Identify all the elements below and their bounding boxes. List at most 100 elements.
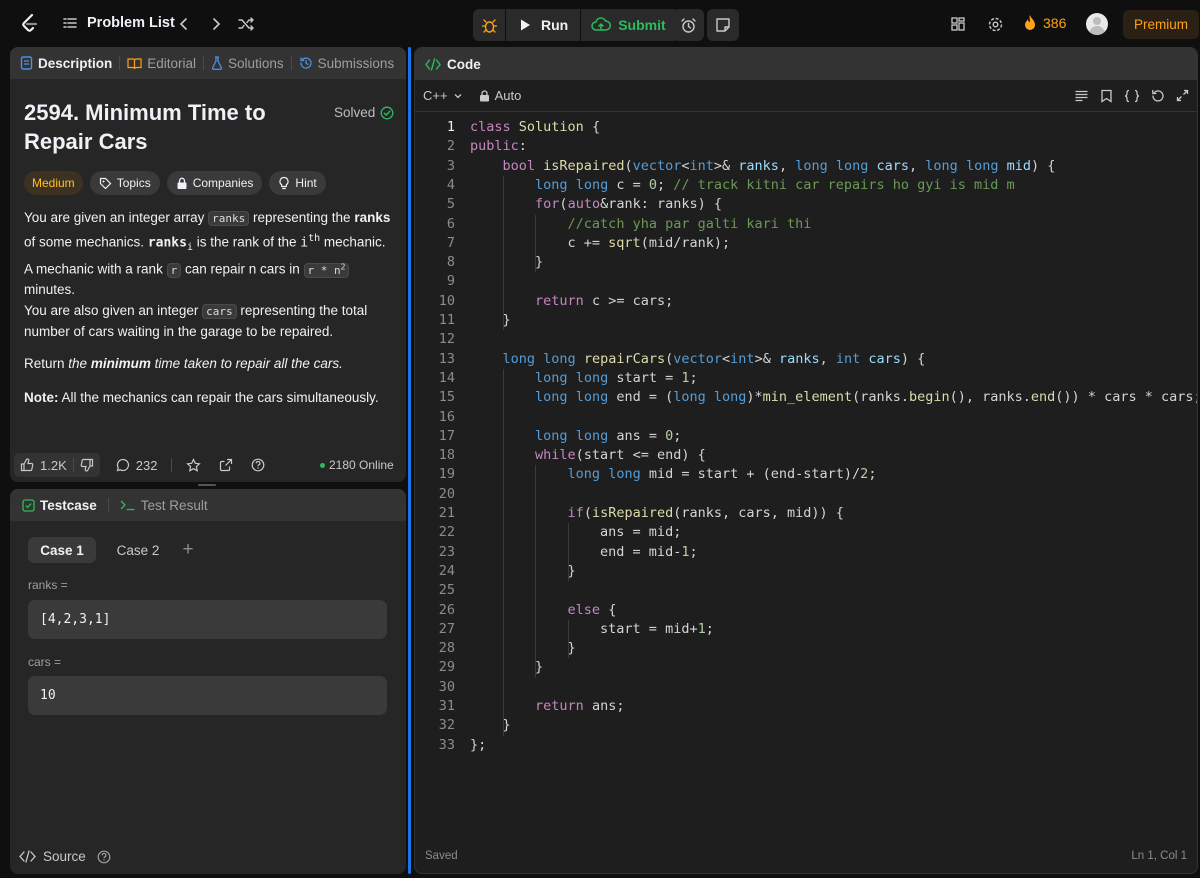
code-line[interactable]: } <box>470 253 543 272</box>
code-tab[interactable]: Code <box>425 57 481 72</box>
code-line[interactable]: while(start <= end) { <box>470 446 706 465</box>
inline-code-text: r * n <box>307 263 341 277</box>
tab-editorial[interactable]: Editorial <box>127 56 196 71</box>
code-line[interactable]: return ans; <box>470 697 624 716</box>
premium-button[interactable]: Premium <box>1123 10 1199 39</box>
code-line[interactable]: bool isRepaired(vector<int>& ranks, long… <box>470 157 1056 176</box>
code-line[interactable]: } <box>470 311 511 330</box>
tab-description-label: Description <box>38 55 113 71</box>
lock-icon <box>479 89 489 101</box>
code-line[interactable]: } <box>470 716 511 735</box>
layout-button[interactable] <box>948 14 968 34</box>
bookmark-icon[interactable] <box>1100 89 1113 103</box>
save-status: Saved <box>425 850 458 862</box>
tab-solutions[interactable]: Solutions <box>211 56 284 71</box>
code-line[interactable]: long long c = 0; // track kitni car repa… <box>470 176 1015 195</box>
code-line[interactable]: } <box>470 562 576 581</box>
dislike-button[interactable] <box>80 458 94 472</box>
source-button[interactable]: Source <box>19 849 111 864</box>
braces-icon[interactable] <box>1124 89 1140 103</box>
code-line[interactable]: }; <box>470 736 486 755</box>
topics-tag[interactable]: Topics <box>89 171 160 195</box>
avatar[interactable] <box>1086 13 1108 35</box>
code-line[interactable]: //catch yha par galti kari thi <box>470 215 812 234</box>
case-1-tab[interactable]: Case 1 <box>28 537 96 563</box>
share-button[interactable] <box>219 458 233 472</box>
code-line[interactable]: } <box>470 639 576 658</box>
format-lines-icon[interactable] <box>1074 89 1089 103</box>
code-panel: Code C++ Auto 1 2 3 4 5 6 7 8 9 10 11 12 13 14 15 16 17 1… <box>414 47 1198 874</box>
code-line[interactable]: c += sqrt(mid/rank); <box>470 234 731 253</box>
gear-icon <box>988 17 1002 31</box>
comments-button[interactable]: 232 <box>116 458 157 473</box>
streak-counter[interactable]: 386 <box>1022 14 1066 32</box>
random-problem-button[interactable] <box>236 14 256 34</box>
case-2-tab[interactable]: Case 2 <box>108 537 168 563</box>
code-line[interactable]: long long start = 1; <box>470 369 698 388</box>
flask-icon <box>211 56 223 70</box>
cars-input[interactable]: 10 <box>28 676 387 715</box>
debug-button[interactable] <box>473 9 505 41</box>
expand-icon[interactable] <box>1176 89 1189 102</box>
tab-testcase-label: Testcase <box>40 497 97 513</box>
submit-button[interactable]: Submit <box>581 9 677 41</box>
prev-problem-button[interactable] <box>174 14 194 34</box>
tab-testcase[interactable]: Testcase <box>22 498 97 513</box>
line-number: 14 <box>438 369 455 386</box>
code-line[interactable]: start = mid+1; <box>470 620 714 639</box>
like-button[interactable]: 1.2K <box>20 458 67 473</box>
code-line[interactable]: } <box>470 658 543 677</box>
tab-submissions[interactable]: Submissions <box>299 56 394 71</box>
line-number: 24 <box>438 562 455 579</box>
add-case-button[interactable]: + <box>180 537 196 563</box>
editor-toolbar: C++ Auto <box>415 80 1197 112</box>
line-number: 23 <box>438 543 455 560</box>
help-button[interactable] <box>251 458 265 472</box>
code-editor[interactable]: 1 2 3 4 5 6 7 8 9 10 11 12 13 14 15 16 17 18 19 20 21 22 23 24 2… <box>415 114 1197 844</box>
line-number: 21 <box>438 505 455 521</box>
code-line[interactable]: long long repairCars(vector<int>& ranks,… <box>470 350 926 369</box>
bug-icon <box>481 18 497 33</box>
ranks-input[interactable]: [4,2,3,1] <box>28 600 387 639</box>
tab-divider <box>290 56 292 70</box>
code-line[interactable]: long long end = (long long)*min_element(… <box>470 388 1197 407</box>
shuffle-icon <box>238 17 254 31</box>
vertical-resize-handle[interactable] <box>198 484 216 486</box>
problem-list-link[interactable]: Problem List <box>62 15 175 31</box>
line-number: 6 <box>446 215 455 232</box>
problem-title[interactable]: 2594. Minimum Time to Repair Cars <box>24 98 314 156</box>
next-problem-button[interactable] <box>206 14 226 34</box>
hint-tag[interactable]: Hint <box>269 171 326 195</box>
code-line[interactable]: end = mid-1; <box>470 543 698 562</box>
tab-solutions-label: Solutions <box>228 55 284 71</box>
favorite-button[interactable] <box>186 457 202 473</box>
reset-icon[interactable] <box>1151 89 1165 103</box>
line-number: 15 <box>438 389 455 406</box>
submit-label: Submit <box>618 17 666 33</box>
code-line[interactable]: if(isRepaired(ranks, cars, mid)) { <box>470 504 844 523</box>
companies-tag[interactable]: Companies <box>166 171 263 195</box>
run-button[interactable]: Run <box>506 9 580 41</box>
run-label: Run <box>541 17 569 33</box>
code-line[interactable]: for(auto&rank: ranks) { <box>470 195 722 214</box>
code-brackets-icon <box>19 850 36 863</box>
language-select[interactable]: C++ <box>423 88 463 103</box>
desc-text: of some mechanics. <box>24 234 148 249</box>
leetcode-logo-icon[interactable] <box>18 12 42 36</box>
horizontal-resize-handle[interactable] <box>408 47 411 874</box>
code-line[interactable]: long long mid = start + (end-start)/2; <box>470 465 877 484</box>
notes-button[interactable] <box>707 9 739 41</box>
tab-description[interactable]: Description <box>20 56 112 71</box>
code-line[interactable]: return c >= cars; <box>470 292 673 311</box>
code-line[interactable]: class Solution { <box>470 118 600 137</box>
line-number: 12 <box>438 331 455 348</box>
settings-button[interactable] <box>985 14 1005 34</box>
desc-text: is the rank of the <box>192 234 301 249</box>
timer-button[interactable] <box>672 9 704 41</box>
vote-group: 1.2K <box>14 453 100 477</box>
auto-mode-toggle[interactable]: Auto <box>479 88 521 103</box>
layout-grid-icon <box>951 17 965 31</box>
code-line[interactable]: else { <box>470 601 617 620</box>
code-line[interactable]: public: <box>470 137 527 156</box>
tab-test-result[interactable]: Test Result <box>120 498 208 513</box>
